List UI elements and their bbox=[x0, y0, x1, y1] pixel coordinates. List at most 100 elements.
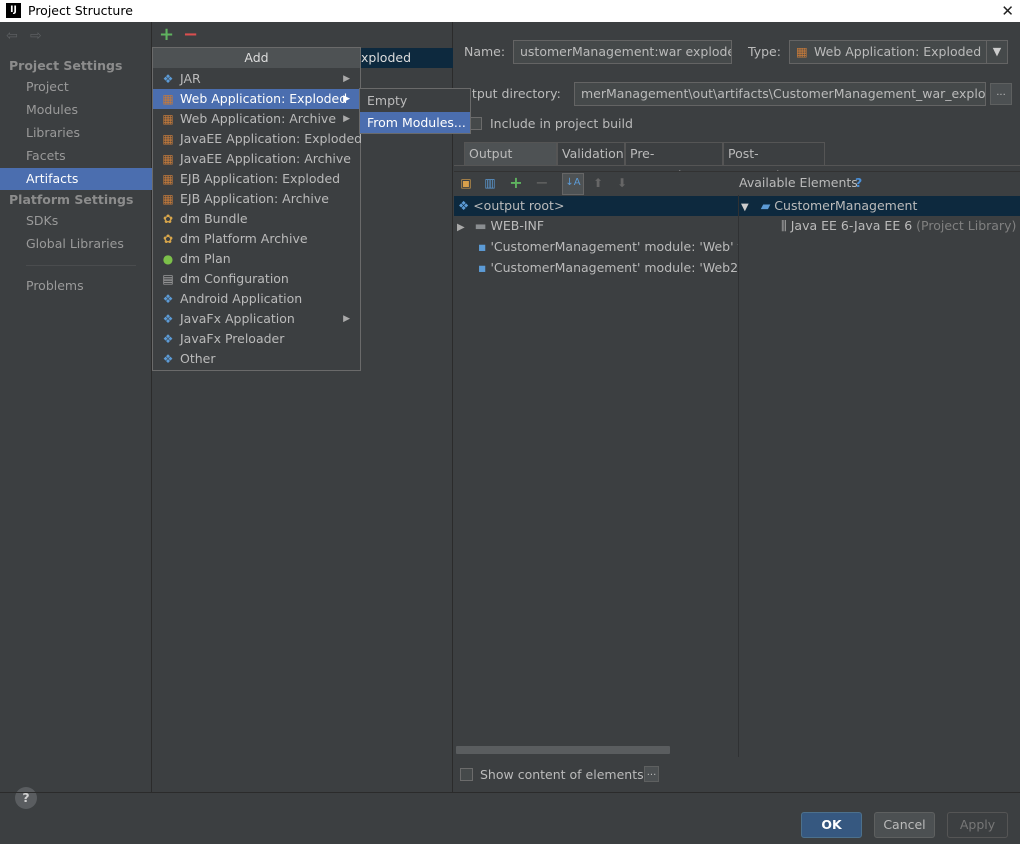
menu-item-dm-configuration[interactable]: ▤ dm Configuration bbox=[153, 269, 360, 289]
sidebar-item-artifacts[interactable]: Artifacts bbox=[0, 168, 152, 190]
war-icon: ▦ bbox=[162, 192, 174, 206]
sidebar-item-modules[interactable]: Modules bbox=[0, 99, 152, 121]
submenu-item-empty[interactable]: Empty bbox=[360, 90, 470, 111]
forward-arrow-icon[interactable]: ⇨ bbox=[30, 28, 42, 44]
submenu-arrow-icon: ▶ bbox=[343, 74, 350, 84]
sidebar-item-libraries[interactable]: Libraries bbox=[0, 122, 152, 144]
menu-item-label: dm Plan bbox=[180, 251, 231, 266]
help-icon[interactable]: ? bbox=[15, 787, 37, 809]
back-arrow-icon[interactable]: ⇦ bbox=[6, 28, 18, 44]
plan-icon: ● bbox=[162, 252, 174, 266]
move-up-icon[interactable]: ⬆ bbox=[590, 175, 606, 191]
diamond-icon: ❖ bbox=[162, 72, 174, 86]
tab-validation[interactable]: Validation bbox=[557, 142, 625, 165]
menu-item-other[interactable]: ❖ Other bbox=[153, 349, 360, 369]
menu-item-dm-platform-archive[interactable]: ✿ dm Platform Archive bbox=[153, 229, 360, 249]
new-folder-icon[interactable]: ▣ bbox=[458, 175, 474, 191]
menu-item-label: dm Platform Archive bbox=[180, 231, 308, 246]
move-down-icon[interactable]: ⬇ bbox=[614, 175, 630, 191]
menu-item-android-application[interactable]: ❖ Android Application bbox=[153, 289, 360, 309]
submenu-arrow-icon: ▶ bbox=[343, 314, 350, 324]
module-icon: ▪ bbox=[478, 260, 487, 275]
menu-item-dm-bundle[interactable]: ✿ dm Bundle bbox=[153, 209, 360, 229]
show-content-options-button[interactable]: ... bbox=[644, 766, 659, 782]
chevron-down-icon[interactable]: ▼ bbox=[986, 41, 1007, 63]
ok-button[interactable]: OK bbox=[801, 812, 862, 838]
diamond-icon: ❖ bbox=[162, 292, 174, 306]
menu-item-label: JavaEE Application: Archive bbox=[180, 151, 351, 166]
tab-post-processing[interactable]: Post-processing bbox=[723, 142, 825, 183]
war-icon: ▦ bbox=[796, 44, 808, 59]
tab-output-layout[interactable]: Output Layout bbox=[464, 142, 557, 183]
name-input[interactable]: ustomerManagement:war exploded bbox=[513, 40, 732, 64]
sidebar-item-problems[interactable]: Problems bbox=[0, 275, 152, 297]
output-directory-input[interactable]: merManagement\out\artifacts\CustomerMana… bbox=[574, 82, 986, 106]
help-icon[interactable]: ? bbox=[855, 175, 862, 190]
browse-button[interactable]: ... bbox=[990, 83, 1012, 105]
menu-item-label: JavaEE Application: Exploded bbox=[180, 131, 363, 146]
tabs-divider bbox=[454, 165, 1020, 166]
war-icon: ▦ bbox=[162, 152, 174, 166]
submenu-item-from-modules[interactable]: From Modules... bbox=[360, 112, 470, 133]
artifact-list-item[interactable]: xploded bbox=[359, 48, 453, 68]
sidebar-item-project[interactable]: Project bbox=[0, 76, 152, 98]
diamond-icon: ❖ bbox=[458, 198, 470, 213]
type-select[interactable]: ▦ Web Application: Exploded ▼ bbox=[789, 40, 1008, 64]
archive-icon[interactable]: ▥ bbox=[482, 175, 498, 191]
add-artifact-menu: Add ❖ JAR ▶ ▦ Web Application: Exploded ▶ ▦ Web… bbox=[152, 47, 363, 371]
menu-item-label: Other bbox=[180, 351, 216, 366]
tree-row-java-ee-library[interactable]: ⫼ Java EE 6-Java EE 6 (Project Library) bbox=[781, 216, 1016, 236]
sidebar-item-global-libraries[interactable]: Global Libraries bbox=[0, 233, 152, 255]
remove-artifact-icon[interactable]: − bbox=[183, 24, 198, 45]
menu-item-label: Web Application: Archive bbox=[180, 111, 337, 126]
include-build-label: Include in project build bbox=[490, 116, 633, 131]
menu-item-jar[interactable]: ❖ JAR ▶ bbox=[153, 69, 360, 89]
tree-row-web-facet[interactable]: ▪ 'CustomerManagement' module: 'Web' fa bbox=[478, 237, 738, 257]
menu-item-ejb-application-archive[interactable]: ▦ EJB Application: Archive bbox=[153, 189, 360, 209]
tab-pre-processing[interactable]: Pre-processing bbox=[625, 142, 723, 183]
settings-sidebar: ⇦ ⇨ Project Settings Project Modules Lib… bbox=[0, 22, 152, 792]
close-icon[interactable]: ✕ bbox=[1001, 0, 1014, 22]
war-icon: ▦ bbox=[162, 112, 174, 126]
menu-item-web-application-exploded[interactable]: ▦ Web Application: Exploded ▶ bbox=[153, 89, 360, 109]
menu-item-label: JAR bbox=[180, 71, 201, 86]
tree-row-suffix: (Project Library) bbox=[916, 218, 1017, 233]
add-artifact-icon[interactable]: + bbox=[159, 24, 174, 45]
show-content-checkbox[interactable] bbox=[460, 768, 473, 781]
sidebar-item-facets[interactable]: Facets bbox=[0, 145, 152, 167]
tree-row-output-root[interactable]: ❖ <output root> bbox=[454, 196, 738, 216]
project-settings-header: Project Settings bbox=[9, 58, 123, 73]
sidebar-item-sdks[interactable]: SDKs bbox=[0, 210, 152, 232]
sort-icon[interactable]: ↓A bbox=[562, 173, 584, 195]
expand-arrow-icon[interactable]: ▶ bbox=[457, 222, 465, 233]
window-title: Project Structure bbox=[28, 3, 133, 18]
folder-icon: ▬ bbox=[474, 218, 487, 233]
menu-header: Add bbox=[153, 48, 360, 68]
horizontal-scrollbar[interactable] bbox=[456, 746, 670, 754]
apply-button[interactable]: Apply bbox=[947, 812, 1008, 838]
available-elements-label: Available Elements bbox=[739, 175, 858, 190]
tree-row-web-inf[interactable]: ▶ ▬ WEB-INF bbox=[457, 216, 544, 236]
menu-item-label: Web Application: Exploded bbox=[180, 91, 348, 106]
war-icon: ▦ bbox=[162, 92, 174, 106]
menu-item-web-application-archive[interactable]: ▦ Web Application: Archive ▶ bbox=[153, 109, 360, 129]
menu-item-javafx-preloader[interactable]: ❖ JavaFx Preloader bbox=[153, 329, 360, 349]
menu-item-javafx-application[interactable]: ❖ JavaFx Application ▶ bbox=[153, 309, 360, 329]
platform-settings-header: Platform Settings bbox=[9, 192, 134, 207]
add-element-icon[interactable]: + bbox=[508, 175, 524, 191]
menu-item-ejb-application-exploded[interactable]: ▦ EJB Application: Exploded bbox=[153, 169, 360, 189]
menu-item-javaee-application-archive[interactable]: ▦ JavaEE Application: Archive bbox=[153, 149, 360, 169]
collapse-arrow-icon[interactable]: ▼ bbox=[741, 202, 749, 213]
menu-item-label: JavaFx Preloader bbox=[180, 331, 285, 346]
cancel-button[interactable]: Cancel bbox=[874, 812, 935, 838]
name-label: Name: bbox=[464, 44, 506, 59]
menu-item-dm-plan[interactable]: ● dm Plan bbox=[153, 249, 360, 269]
remove-element-icon[interactable]: − bbox=[534, 175, 550, 191]
tree-row-web2-facet[interactable]: ▪ 'CustomerManagement' module: 'Web2' f bbox=[478, 258, 738, 278]
diamond-icon: ❖ bbox=[162, 332, 174, 346]
tree-row-customer-management[interactable]: ▼ ▰ CustomerManagement bbox=[738, 196, 1020, 216]
tree-splitter[interactable] bbox=[738, 195, 739, 757]
menu-item-javaee-application-exploded[interactable]: ▦ JavaEE Application: Exploded bbox=[153, 129, 363, 149]
type-label: Type: bbox=[748, 44, 781, 59]
module-folder-icon: ▰ bbox=[760, 198, 771, 213]
